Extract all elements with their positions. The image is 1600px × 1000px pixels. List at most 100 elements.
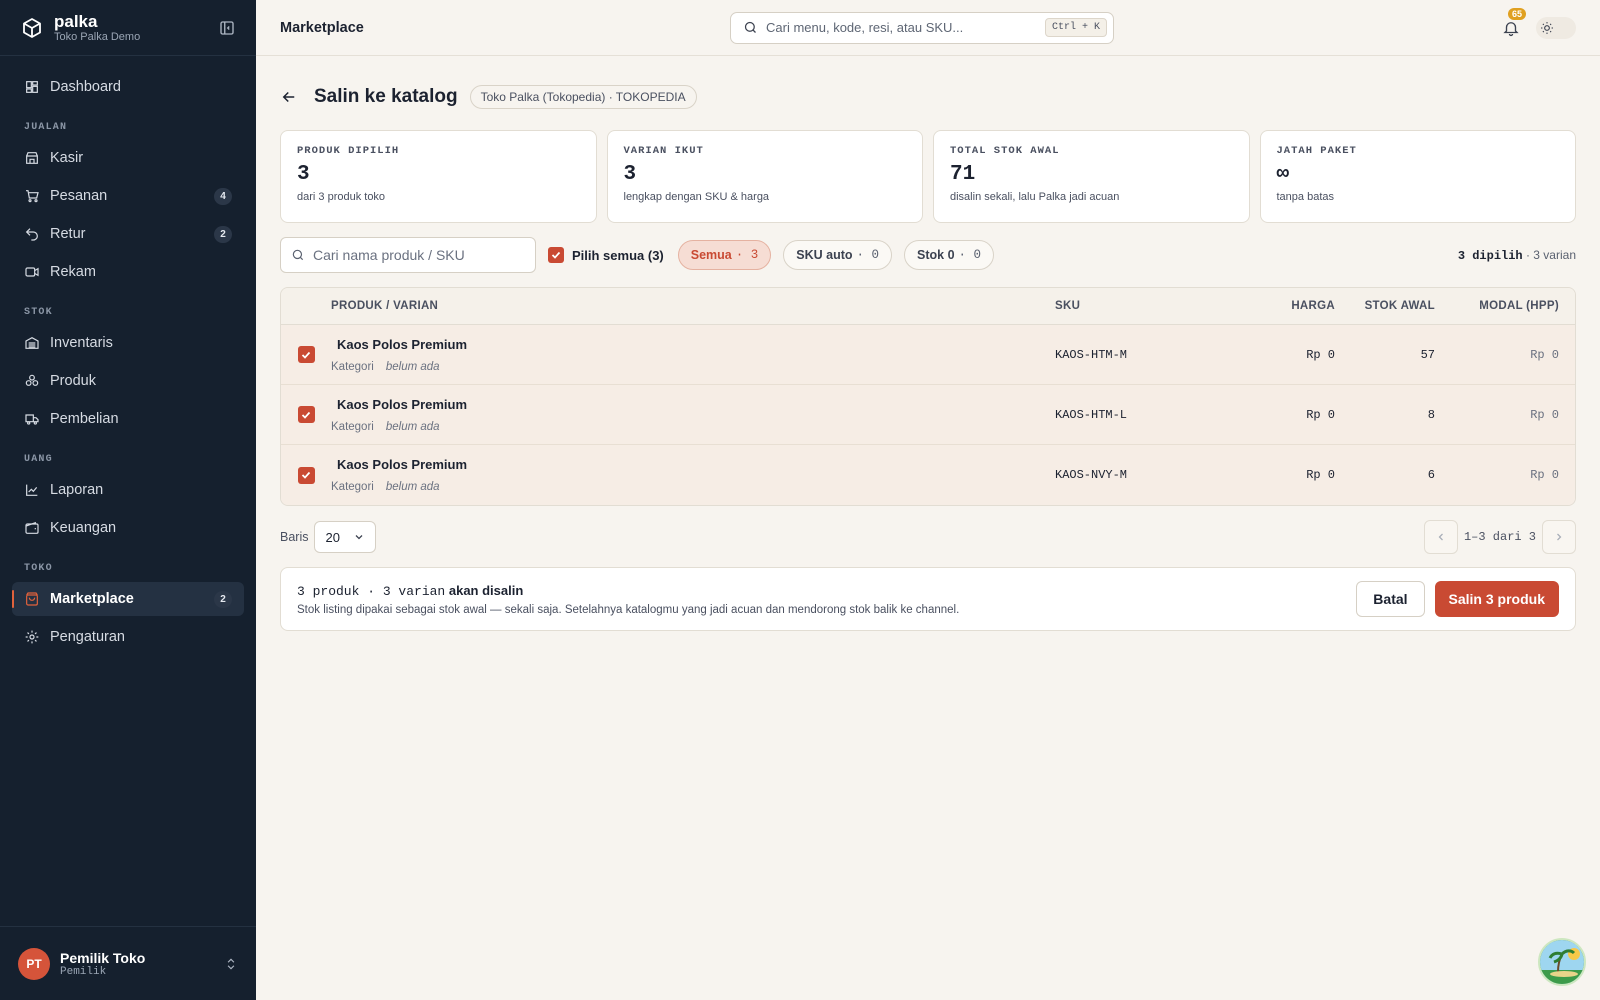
row-checkbox[interactable] [297,406,315,423]
action-description: Stok listing dipakai sebagai stok awal —… [297,603,960,616]
product-table: PRODUK / VARIAN SKU HARGA STOK AWAL MODA… [280,287,1576,506]
theme-toggle[interactable] [1536,16,1576,39]
sidebar-item-marketplace[interactable]: Marketplace 2 [12,582,244,616]
select-all-checkbox[interactable]: Pilih semua (3) [548,247,664,263]
sidebar-item-pesanan[interactable]: Pesanan 4 [12,179,244,213]
main-content: Salin ke katalog Toko Palka (Tokopedia) … [280,56,1576,631]
global-search[interactable]: Ctrl + K [730,11,1114,44]
cost-cell: Rp 0 [1530,347,1559,362]
copy-products-button[interactable]: Salin 3 produk [1434,581,1559,617]
sidebar-item-pembelian[interactable]: Pembelian [12,402,244,436]
stat-value: 3 [297,163,310,186]
filter-chip-semua[interactable]: Semua · 3 [677,240,772,270]
assistant-avatar-button[interactable] [1538,938,1586,986]
back-arrow-icon[interactable] [280,88,298,106]
stat-card-stok: TOTAL STOK AWAL 71 disalin sekali, lalu … [933,130,1250,223]
shopping-bag-icon [26,592,38,606]
truck-icon [25,414,39,425]
sidebar-item-kasir[interactable]: Kasir [12,141,244,175]
filter-chip-stok-0[interactable]: Stok 0 · 0 [904,240,995,270]
chip-count: · 0 [856,248,880,262]
product-search-input[interactable] [313,247,525,263]
section-stok: STOK [24,307,53,318]
grid-icon [26,81,38,93]
sidebar-collapse-icon[interactable] [218,19,236,37]
stat-label: VARIAN IKUT [623,145,704,157]
sidebar-item-keuangan[interactable]: Keuangan [12,511,244,545]
selection-summary: 3 dipilih · 3 varian [1458,248,1576,263]
chevron-up-down-icon [227,958,235,969]
action-bar: 3 produk · 3 varian akan disalin Stok li… [280,567,1576,631]
stat-sub: dari 3 produk toko [297,191,386,203]
product-search[interactable] [280,237,536,273]
sidebar-item-label: Pengaturan [50,629,125,645]
stat-value: 3 [623,163,637,186]
notifications-button[interactable]: 65 [1502,7,1527,37]
search-input[interactable] [766,20,1045,35]
page-title: Salin ke katalog [314,86,458,107]
stat-sub: tanpa batas [1276,191,1335,203]
category-value: belum ada [385,481,440,493]
check-icon [551,251,561,259]
price-cell: Rp 0 [1306,468,1335,482]
chevron-down-icon [356,535,363,540]
store-name: Toko Palka Demo [54,30,141,43]
sidebar-item-dashboard[interactable]: Dashboard [12,70,244,104]
filter-chip-sku-auto[interactable]: SKU auto · 0 [783,240,893,270]
product-name: Kaos Polos Premium [337,457,468,472]
stat-label: JATAH PAKET [1276,145,1357,157]
category-label: Kategori [331,481,374,493]
row-checkbox[interactable] [297,346,315,363]
cancel-button[interactable]: Batal [1356,581,1425,617]
action-summary: 3 produk · 3 varian akan disalin [297,583,1356,599]
category-value: belum ada [385,420,440,433]
next-page-button[interactable] [1542,520,1576,554]
stat-sub: disalin sekali, lalu Palka jadi acuan [950,191,1120,203]
pagination-row: Baris 20 1–3 dari 3 [280,520,1576,554]
col-product: PRODUK / VARIAN [331,300,439,312]
selected-count: 3 dipilih [1457,248,1523,263]
page-range: 1–3 dari 3 [1463,530,1536,544]
user-menu[interactable]: PT Pemilik Toko Pemilik [0,926,256,1000]
table-row[interactable]: Kaos Polos Premium Kategori belum ada KAO… [281,445,1575,505]
sun-icon [1541,21,1553,34]
check-icon [301,471,311,479]
rows-per-page-select[interactable]: 20 [314,521,377,553]
cart-icon [26,190,39,203]
stock-cell: 57 [1420,347,1435,362]
select-all-label: Pilih semua (3) [572,247,664,263]
section-toko: TOKO [24,563,53,574]
table-row[interactable]: Kaos Polos Premium Kategori belum ada KAO… [281,325,1575,385]
sku-cell: KAOS-HTM-M [1055,347,1128,362]
shortcut-hint: Ctrl + K [1044,18,1107,37]
undo-icon [25,228,38,241]
search-icon [292,249,304,261]
chip-count: · 3 [735,248,759,262]
gear-icon [25,630,39,644]
store-icon [26,152,38,164]
section-jualan: JUALAN [24,122,68,133]
sidebar-item-retur[interactable]: Retur 2 [12,217,244,251]
sidebar-nav: Dashboard JUALAN Kasir Pesanan 4 Retur 2… [0,56,256,672]
row-checkbox[interactable] [297,466,315,484]
sidebar-item-pengaturan[interactable]: Pengaturan [12,620,244,654]
table-row[interactable]: Kaos Polos Premium Kategori belum ada KAO… [281,385,1575,445]
chevron-left-icon [1438,533,1443,541]
sidebar-item-laporan[interactable]: Laporan [12,473,244,507]
sidebar-item-inventaris[interactable]: Inventaris [12,326,244,360]
sidebar-item-rekam[interactable]: Rekam [12,255,244,289]
stat-value: ∞ [1276,163,1290,186]
stock-cell: 6 [1427,468,1435,482]
sku-cell: KAOS-NVY-M [1055,468,1128,482]
price-cell: Rp 0 [1306,407,1335,422]
stat-label: PRODUK DIPILIH [297,145,400,157]
stat-card-produk: PRODUK DIPILIH 3 dari 3 produk toko [280,130,597,223]
sku-cell: KAOS-HTM-L [1055,407,1128,422]
price-cell: Rp 0 [1306,347,1335,362]
search-icon [744,21,756,33]
prev-page-button[interactable] [1423,520,1458,554]
stat-sub: lengkap dengan SKU & harga [623,191,770,203]
sidebar-item-produk[interactable]: Produk [12,364,244,398]
check-icon [301,351,311,359]
checkbox-checked[interactable] [548,247,564,263]
